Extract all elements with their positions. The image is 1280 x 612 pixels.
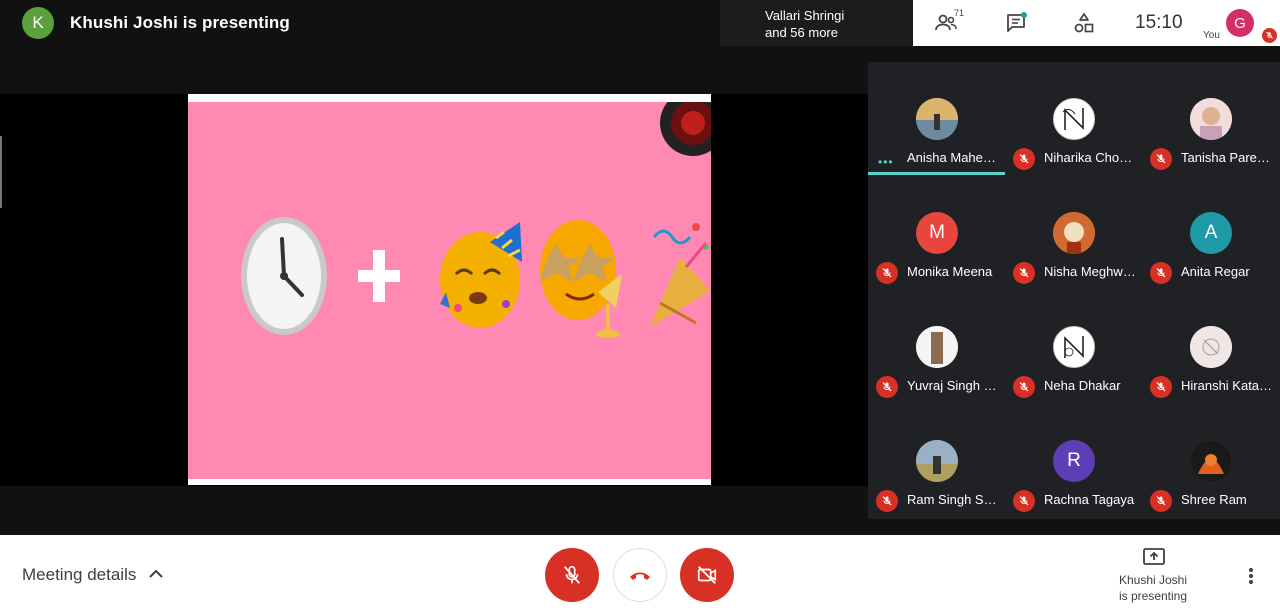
participant-name: Neha Dhakar — [1044, 378, 1121, 393]
participant-avatar — [916, 440, 958, 482]
mic-off-icon — [563, 565, 581, 584]
camera-toggle-button[interactable] — [680, 548, 734, 602]
top-right-controls — [913, 0, 1280, 46]
participants-panel: ••• Anisha Mahe… Niharika Cho… Tanisha P… — [868, 62, 1280, 519]
chat-icon[interactable] — [1004, 11, 1028, 35]
self-label: You — [1203, 30, 1220, 41]
participant-avatar: M — [916, 212, 958, 254]
clock-emoji-icon — [241, 217, 327, 335]
participant-name: Nisha Meghw… — [1044, 264, 1136, 279]
mic-off-icon — [876, 262, 898, 284]
stage-scroll-handle[interactable] — [0, 136, 2, 208]
clock-time: 15:10 — [1135, 12, 1183, 33]
participant-avatar — [1053, 98, 1095, 140]
participant-avatar: R — [1053, 440, 1095, 482]
present-status-line1: Khushi Joshi — [1118, 573, 1188, 587]
participant-tile[interactable]: Tanisha Pare… — [1142, 62, 1279, 176]
viewers-first-name: Vallari Shringi — [765, 8, 845, 23]
self-avatar: G — [1226, 9, 1254, 37]
meeting-details-button[interactable]: Meeting details — [22, 565, 136, 585]
participant-name: Shree Ram — [1181, 492, 1247, 507]
present-icon[interactable] — [1143, 547, 1165, 567]
participant-tile[interactable]: Neha Dhakar — [1005, 290, 1142, 404]
participant-tile[interactable]: R Rachna Tagaya — [1005, 404, 1142, 518]
participant-name: Hiranshi Kata… — [1181, 378, 1273, 393]
viewers-more-count: and 56 more — [765, 25, 838, 40]
participant-name: Tanisha Pare… — [1181, 150, 1270, 165]
participant-avatar — [1190, 440, 1232, 482]
participant-tile[interactable]: Nisha Meghw… — [1005, 176, 1142, 290]
participant-avatar — [916, 326, 958, 368]
participant-tile[interactable]: Niharika Cho… — [1005, 62, 1142, 176]
speaking-indicator-icon: ••• — [878, 155, 894, 169]
shared-screen — [188, 94, 711, 485]
bottom-control-bar: Meeting details Khushi Joshi is presenti… — [0, 535, 1280, 612]
party-popper-icon — [650, 223, 710, 327]
record-icon — [660, 102, 711, 156]
plus-icon — [358, 250, 400, 302]
presenter-avatar: K — [22, 7, 54, 39]
top-bar: K Khushi Joshi is presenting Vallari Shr… — [0, 0, 1280, 46]
active-speaker-bar — [868, 172, 1005, 175]
mic-off-icon — [1150, 490, 1172, 512]
star-glasses-face-icon — [539, 220, 622, 338]
mic-off-icon — [876, 376, 898, 398]
participant-tile[interactable]: M Monika Meena — [868, 176, 1005, 290]
participant-tile[interactable]: Yuvraj Singh … — [868, 290, 1005, 404]
presenter-title: Khushi Joshi is presenting — [70, 13, 290, 32]
mic-off-icon — [1150, 148, 1172, 170]
participant-avatar — [1053, 212, 1095, 254]
participant-name: Anisha Mahe… — [907, 150, 996, 165]
mic-off-icon — [876, 490, 898, 512]
participant-avatar — [1190, 98, 1232, 140]
meet-window: K Khushi Joshi is presenting Vallari Shr… — [0, 0, 1280, 612]
participant-tile[interactable]: Ram Singh Si… — [868, 404, 1005, 518]
participant-avatar — [916, 98, 958, 140]
mic-off-icon — [1150, 262, 1172, 284]
participant-tile[interactable]: Shree Ram — [1142, 404, 1279, 518]
camera-off-icon — [697, 566, 717, 584]
hang-up-icon — [630, 572, 650, 580]
participant-name: Monika Meena — [907, 264, 993, 279]
self-mic-off-icon — [1262, 28, 1277, 43]
participant-name: Anita Regar — [1181, 264, 1250, 279]
participant-avatar — [1053, 326, 1095, 368]
mic-toggle-button[interactable] — [545, 548, 599, 602]
participant-avatar — [1190, 326, 1232, 368]
participant-name: Ram Singh Si… — [907, 492, 999, 507]
mic-off-icon — [1013, 262, 1035, 284]
chevron-up-icon[interactable] — [148, 567, 164, 581]
present-status-line2: is presenting — [1118, 589, 1188, 603]
more-vert-icon[interactable] — [1245, 567, 1257, 585]
participant-name: Yuvraj Singh … — [907, 378, 997, 393]
people-count: 71 — [954, 8, 965, 18]
partying-face-icon — [440, 222, 522, 328]
participant-avatar: A — [1190, 212, 1232, 254]
viewers-summary[interactable]: Vallari Shringi and 56 more — [720, 0, 913, 46]
participant-tile[interactable]: Hiranshi Kata… — [1142, 290, 1279, 404]
leave-call-button[interactable] — [613, 548, 667, 602]
activities-icon[interactable] — [1072, 11, 1096, 35]
participant-tile[interactable]: A Anita Regar — [1142, 176, 1279, 290]
mic-off-icon — [1013, 148, 1035, 170]
mic-off-icon — [1013, 376, 1035, 398]
participant-tile[interactable]: ••• Anisha Mahe… — [868, 62, 1005, 176]
mic-off-icon — [1150, 376, 1172, 398]
participant-name: Niharika Cho… — [1044, 150, 1133, 165]
present-status[interactable]: Khushi Joshi is presenting — [1100, 572, 1206, 604]
mic-off-icon — [1013, 490, 1035, 512]
participant-name: Rachna Tagaya — [1044, 492, 1135, 507]
